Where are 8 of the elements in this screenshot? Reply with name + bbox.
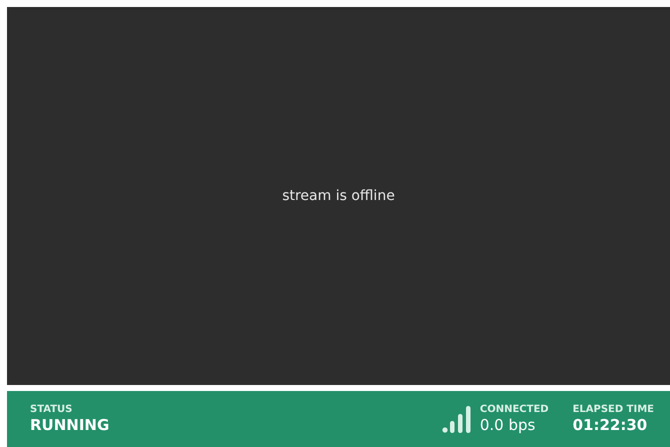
elapsed-time-label: ELAPSED TIME (572, 404, 654, 416)
status-label: STATUS (30, 404, 74, 416)
connection-label: CONNECTED (480, 404, 549, 416)
signal-icon (442, 404, 472, 434)
elapsed-time-value: 01:22:30 (572, 416, 648, 434)
connection-value: 0.0 bps (480, 416, 536, 434)
offline-message: stream is offline (282, 186, 395, 206)
status-value: RUNNING (30, 416, 110, 434)
